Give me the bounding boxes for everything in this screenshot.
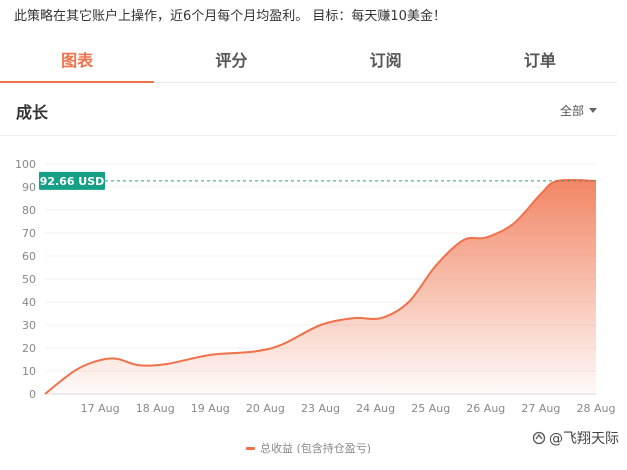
tab-orders[interactable]: 订单 [463, 36, 617, 82]
watermark: @飞翔天际 [532, 428, 619, 448]
x-tick-label: 17 Aug [81, 402, 120, 415]
y-tick-label: 80 [22, 204, 36, 217]
x-tick-label: 24 Aug [356, 402, 395, 415]
x-tick-label: 27 Aug [521, 402, 560, 415]
period-filter-dropdown[interactable]: 全部 [560, 102, 597, 119]
y-tick-label: 60 [22, 250, 36, 263]
tab-rating[interactable]: 评分 [154, 36, 308, 82]
legend-swatch [245, 446, 255, 450]
caret-down-icon [589, 108, 597, 113]
current-value-label: 92.66 USD [40, 175, 105, 188]
y-tick-label: 50 [22, 273, 36, 286]
current-value-badge: 92.66 USD [39, 171, 105, 190]
section-title: 成长 [16, 103, 49, 122]
y-tick-label: 90 [22, 181, 36, 194]
x-tick-label: 20 Aug [246, 402, 285, 415]
y-tick-label: 0 [29, 388, 36, 401]
period-filter-label: 全部 [559, 104, 584, 118]
y-axis: 0 10 20 30 40 50 60 70 80 90 100 [15, 158, 36, 401]
watermark-text: @飞翔天际 [549, 431, 619, 447]
x-tick-label: 19 Aug [191, 402, 230, 415]
tab-subscribe[interactable]: 订阅 [309, 36, 463, 82]
legend-label: 总收益 (包含持仓盈亏) [259, 442, 372, 455]
y-tick-label: 20 [22, 342, 36, 355]
divider [0, 135, 617, 136]
tab-bar: 图表 评分 订阅 订单 [0, 36, 617, 83]
tab-chart[interactable]: 图表 [0, 36, 155, 83]
chart-legend[interactable]: 总收益 (包含持仓盈亏) [0, 440, 617, 456]
y-tick-label: 30 [22, 319, 36, 332]
y-tick-label: 70 [22, 227, 36, 240]
x-tick-label: 28 Aug [577, 402, 616, 415]
x-tick-label: 23 Aug [301, 402, 340, 415]
y-tick-label: 10 [22, 365, 36, 378]
strategy-description: 此策略在其它账户上操作，近6个月每个月均盈利。 目标：每天赚10美金！ [14, 9, 446, 24]
y-tick-label: 100 [15, 158, 36, 171]
x-tick-label: 25 Aug [411, 402, 450, 415]
x-tick-label: 26 Aug [466, 402, 505, 415]
growth-chart: 0 10 20 30 40 50 60 70 80 90 100 17 Aug 18 Aug 19 Au… [15, 158, 616, 415]
y-tick-label: 40 [22, 296, 36, 309]
x-axis: 17 Aug 18 Aug 19 Aug 20 Aug 23 Aug 24 Aug 25 A… [45, 393, 616, 415]
share-icon [532, 431, 546, 445]
x-tick-label: 18 Aug [136, 402, 175, 415]
